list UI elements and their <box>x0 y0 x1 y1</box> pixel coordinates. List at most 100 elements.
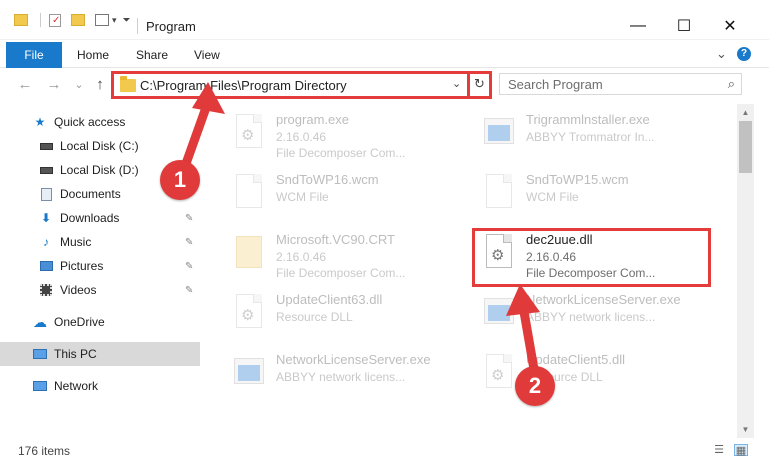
file-type: WCM File <box>526 190 579 204</box>
pc-icon <box>32 346 48 362</box>
qat-dropdown-icon[interactable]: ⏷ <box>123 15 131 26</box>
pin-icon: ✎ <box>185 260 194 272</box>
exe-file-icon: ⚙ <box>228 112 268 160</box>
properties-icon[interactable]: ✓ <box>49 13 61 27</box>
item-count: 176 items <box>18 444 71 458</box>
list-item[interactable]: SndToWP16.wcm WCM File <box>228 170 468 226</box>
search-input[interactable]: Search Program ⌕ <box>499 73 742 95</box>
sidebar-item-label: Videos <box>60 283 97 297</box>
exe-file-icon <box>478 112 518 160</box>
download-icon: ⬇ <box>40 211 52 225</box>
file-name: Trigrammlnstaller.exe <box>526 112 650 127</box>
address-path[interactable]: C:\Program Files\Program Directory <box>140 78 347 93</box>
sidebar-item-quick-access[interactable]: ★ Quick access <box>0 110 200 134</box>
folder-icon <box>228 232 268 280</box>
sidebar-item-label: Downloads <box>60 211 120 225</box>
new-folder-icon[interactable] <box>71 14 85 26</box>
videos-icon <box>38 282 54 298</box>
file-name: UpdateClient5.dll <box>526 352 626 367</box>
vertical-scrollbar[interactable]: ▲ ▼ <box>737 104 754 438</box>
file-name: NetworkLicenseServer.exe <box>526 292 681 307</box>
tiles-view-icon[interactable]: ▦ <box>734 444 748 457</box>
sidebar-item-onedrive[interactable]: ☁ OneDrive <box>0 310 200 334</box>
list-item[interactable]: Trigrammlnstaller.exe ABBYY Trommatror I… <box>478 110 718 166</box>
file-name: NetworkLicenseServer.exe <box>276 352 431 367</box>
minimize-icon: — <box>630 17 646 34</box>
sidebar-item-label: Network <box>54 379 99 393</box>
document-file-icon <box>228 172 268 220</box>
file-type: Resource DLL <box>276 310 353 324</box>
sidebar-item-pictures[interactable]: Pictures ✎ <box>0 254 200 278</box>
file-name: Microsoft.VC90.CRT <box>276 232 395 247</box>
maximize-button[interactable]: ☐ <box>661 12 707 40</box>
pin-icon: ✎ <box>185 284 194 296</box>
folder-icon[interactable] <box>14 14 28 26</box>
scrollbar-thumb[interactable] <box>739 121 752 173</box>
file-name: SndToWP15.wcm <box>526 172 629 187</box>
back-button[interactable]: ← <box>16 76 34 94</box>
help-icon[interactable]: ? <box>737 47 751 61</box>
expand-ribbon-icon[interactable]: ⌄ <box>716 46 727 62</box>
sidebar-item-downloads[interactable]: ⬇ Downloads ✎ <box>0 206 200 230</box>
quick-access-toolbar: ✓ ▾ ⏷ <box>14 13 131 27</box>
cloud-icon: ☁ <box>33 313 47 330</box>
sidebar-item-label: OneDrive <box>54 315 105 329</box>
search-icon[interactable]: ⌕ <box>728 76 735 92</box>
scroll-down-icon[interactable]: ▼ <box>737 421 754 438</box>
list-item[interactable]: ⚙ program.exe 2.16.0.46 File Decomposer … <box>228 110 468 166</box>
close-button[interactable]: ✕ <box>707 12 753 40</box>
forward-button[interactable]: → <box>45 76 63 94</box>
view-options-icon[interactable] <box>95 14 109 26</box>
scroll-up-icon[interactable]: ▲ <box>737 104 754 121</box>
address-dropdown-icon[interactable]: ⌄ <box>452 77 461 90</box>
minimize-button[interactable]: — <box>615 12 661 40</box>
file-description: ABBYY network licens... <box>526 310 656 324</box>
sidebar-item-videos[interactable]: Videos ✎ <box>0 278 200 302</box>
file-name: SndToWP16.wcm <box>276 172 379 187</box>
tab-view[interactable]: View <box>194 42 220 68</box>
file-version: 2.16.0.46 <box>276 130 327 144</box>
exe-file-icon <box>228 352 268 400</box>
drive-icon <box>38 162 54 178</box>
navigation-pane: ★ Quick access Local Disk (C:) Local Dis… <box>0 104 200 438</box>
recent-locations-button[interactable]: ⌄ <box>70 76 88 94</box>
sidebar-item-this-pc[interactable]: This PC <box>0 342 200 366</box>
window-title: Program <box>146 19 196 34</box>
maximize-icon: ☐ <box>676 18 692 35</box>
list-item[interactable]: ⚙ UpdateClient63.dll Resource DLL <box>228 290 468 346</box>
divider <box>137 18 138 34</box>
highlight-box <box>472 228 711 287</box>
music-icon: ♪ <box>43 235 49 249</box>
address-bar[interactable]: C:\Program Files\Program Directory ⌄ ↻ <box>111 71 492 99</box>
list-item[interactable]: ⚙ UpdateClient5.dll Resource DLL <box>478 350 718 406</box>
file-description: File Decomposer Com... <box>276 146 406 160</box>
pictures-icon <box>38 258 54 274</box>
sidebar-item-network[interactable]: Network <box>0 374 200 398</box>
tab-home[interactable]: Home <box>77 42 109 68</box>
file-type: WCM File <box>276 190 329 204</box>
dll-file-icon: ⚙ <box>478 352 518 400</box>
customize-toolbar-icon[interactable]: ▾ <box>112 15 117 26</box>
network-icon <box>32 378 48 394</box>
star-icon: ★ <box>34 115 46 129</box>
search-placeholder: Search Program <box>508 77 603 92</box>
list-item[interactable]: NetworkLicenseServer.exe ABBYY network l… <box>228 350 468 406</box>
sidebar-item-music[interactable]: ♪ Music ✎ <box>0 230 200 254</box>
refresh-button[interactable]: ↻ <box>467 71 489 99</box>
dll-file-icon: ⚙ <box>228 292 268 340</box>
file-name: program.exe <box>276 112 349 127</box>
details-view-icon[interactable]: ☰ <box>712 444 726 456</box>
list-item[interactable]: NetworkLicenseServer.exe ABBYY network l… <box>478 290 718 346</box>
pin-icon: ✎ <box>185 212 194 224</box>
tab-share[interactable]: Share <box>136 42 168 68</box>
list-item[interactable]: SndToWP15.wcm WCM File <box>478 170 718 226</box>
list-item[interactable]: Microsoft.VC90.CRT 2.16.0.46 File Decomp… <box>228 230 468 286</box>
file-name: UpdateClient63.dll <box>276 292 383 307</box>
sidebar-item-label: Pictures <box>60 259 104 273</box>
exe-file-icon <box>478 292 518 340</box>
callout-badge-2: 2 <box>515 366 555 406</box>
close-icon: ✕ <box>723 18 737 35</box>
up-button[interactable]: ↑ <box>91 76 109 94</box>
sidebar-item-local-disk-c[interactable]: Local Disk (C:) <box>0 134 200 158</box>
document-file-icon <box>478 172 518 220</box>
